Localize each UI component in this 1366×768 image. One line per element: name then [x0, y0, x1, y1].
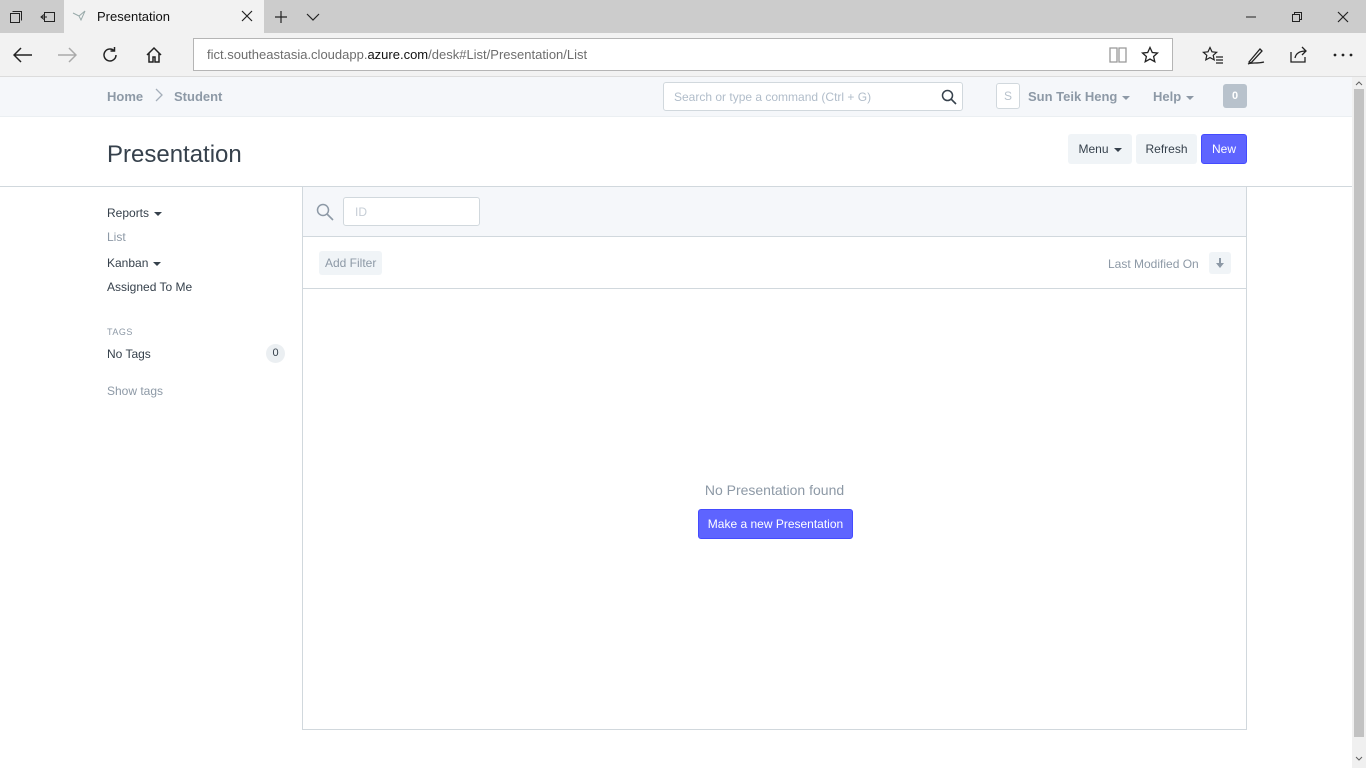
reading-view-icon[interactable] [1103, 39, 1133, 70]
search-icon[interactable] [941, 89, 957, 105]
caret-down-icon [1113, 147, 1122, 152]
favorites-hub-icon[interactable] [1193, 33, 1233, 77]
sidebar-item-list[interactable]: List [107, 230, 126, 244]
caret-down-icon [1186, 95, 1195, 100]
refresh-button[interactable]: Refresh [1136, 134, 1197, 164]
page-head: Presentation Menu Refresh New [0, 117, 1352, 187]
make-new-presentation-button[interactable]: Make a new Presentation [698, 509, 853, 539]
tab-list-chevron-icon[interactable] [297, 0, 329, 33]
close-window-icon[interactable] [1320, 0, 1366, 33]
caret-down-icon [1122, 95, 1131, 100]
list-frame: Add Filter Last Modified On No Presentat… [302, 187, 1247, 730]
minimize-icon[interactable] [1228, 0, 1274, 33]
caret-down-icon [153, 261, 162, 266]
filter-sort-row: Add Filter Last Modified On [303, 237, 1246, 289]
web-note-pen-icon[interactable] [1236, 33, 1276, 77]
avatar[interactable]: S [996, 83, 1020, 109]
caret-down-icon [154, 211, 163, 216]
scroll-down-arrow-icon[interactable] [1352, 753, 1366, 765]
empty-state-message: No Presentation found [704, 482, 845, 498]
sidebar-item-reports[interactable]: Reports [107, 206, 163, 220]
user-menu-dropdown[interactable]: Sun Teik Heng [1028, 89, 1131, 104]
notification-badge[interactable]: 0 [1223, 84, 1247, 108]
sidebar-item-assigned-to-me[interactable]: Assigned To Me [107, 280, 192, 294]
more-options-icon[interactable] [1323, 33, 1363, 77]
browser-toolbar: fict.southeastasia.cloudapp.azure.com/de… [0, 33, 1366, 77]
page-scrollbar[interactable] [1352, 77, 1366, 768]
scrollbar-thumb[interactable] [1354, 89, 1364, 737]
add-filter-button[interactable]: Add Filter [319, 251, 383, 275]
tags-heading: TAGS [107, 327, 133, 337]
search-icon [316, 203, 334, 221]
help-menu-dropdown[interactable]: Help [1153, 89, 1195, 104]
id-filter-input[interactable] [343, 197, 480, 226]
new-button[interactable]: New [1201, 134, 1247, 164]
restore-icon[interactable] [1274, 0, 1320, 33]
page-title: Presentation [107, 141, 242, 168]
browser-tab-bar: Presentation [0, 0, 1366, 33]
help-label: Help [1153, 89, 1182, 104]
show-tags-link[interactable]: Show tags [107, 384, 163, 398]
share-icon[interactable] [1279, 33, 1319, 77]
sidebar-item-kanban[interactable]: Kanban [107, 256, 162, 270]
breadcrumb-student[interactable]: Student [174, 89, 222, 104]
scroll-up-arrow-icon[interactable] [1352, 77, 1366, 89]
no-tags-count-badge: 0 [266, 344, 285, 363]
sort-order-icon[interactable] [1209, 252, 1231, 274]
standard-filter-area [303, 187, 1246, 237]
breadcrumb-chevron-icon [152, 87, 166, 103]
favorite-star-icon[interactable] [1135, 39, 1165, 70]
url-text: fict.southeastasia.cloudapp.azure.com/de… [207, 47, 588, 62]
address-bar[interactable]: fict.southeastasia.cloudapp.azure.com/de… [193, 38, 1173, 71]
tab-title: Presentation [97, 9, 170, 24]
set-aside-tabs-icon[interactable] [32, 0, 64, 33]
awesome-search-bar [663, 82, 963, 111]
sort-selector[interactable]: Last Modified On [1108, 257, 1199, 271]
tab-actions-icon[interactable] [0, 0, 32, 33]
browser-tab-active[interactable]: Presentation [64, 0, 264, 33]
menu-button[interactable]: Menu [1068, 134, 1132, 164]
refresh-page-icon[interactable] [90, 33, 130, 77]
breadcrumb-home[interactable]: Home [107, 89, 143, 104]
sidebar-item-no-tags[interactable]: No Tags [107, 347, 151, 361]
new-tab-icon[interactable] [265, 0, 297, 33]
forward-icon[interactable] [47, 33, 87, 77]
tab-favicon-icon [72, 9, 86, 23]
search-input[interactable] [664, 83, 934, 110]
back-icon[interactable] [3, 33, 43, 77]
home-icon[interactable] [134, 33, 174, 77]
app-navbar: Home Student S Sun Teik Heng Help 0 [0, 77, 1352, 117]
tab-close-icon[interactable] [240, 9, 254, 23]
user-name: Sun Teik Heng [1028, 89, 1118, 104]
